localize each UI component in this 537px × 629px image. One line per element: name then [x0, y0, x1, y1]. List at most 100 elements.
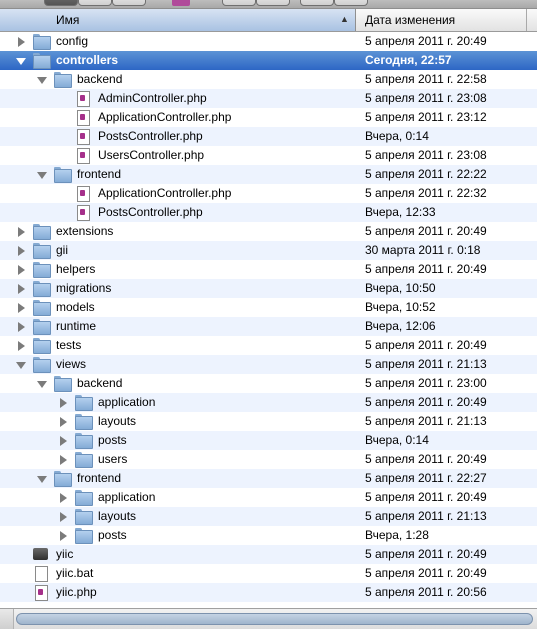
disclosure-expanded-icon[interactable]: [16, 55, 26, 66]
disclosure-collapsed-icon[interactable]: [16, 340, 26, 351]
file-name: UsersController.php: [98, 148, 205, 162]
file-row[interactable]: layouts 5 апреля 2011 г. 21:13: [0, 412, 537, 431]
file-row[interactable]: backend 5 апреля 2011 г. 22:58: [0, 70, 537, 89]
folder-icon: [75, 395, 93, 411]
disclosure-collapsed-icon[interactable]: [16, 302, 26, 313]
modified-date: 5 апреля 2011 г. 22:27: [365, 471, 487, 485]
horizontal-scrollbar[interactable]: [0, 608, 537, 629]
app-icon[interactable]: [172, 0, 190, 6]
modified-date: 5 апреля 2011 г. 23:08: [365, 91, 487, 105]
file-row[interactable]: PostsController.php Вчера, 12:33: [0, 203, 537, 222]
disclosure-collapsed-icon[interactable]: [58, 397, 68, 408]
php-file-icon: [75, 129, 91, 145]
disclosure-expanded-icon[interactable]: [37, 74, 47, 85]
file-row[interactable]: helpers 5 апреля 2011 г. 20:49: [0, 260, 537, 279]
folder-icon: [33, 224, 51, 240]
share-button[interactable]: [300, 0, 334, 6]
folder-icon: [54, 167, 72, 183]
disclosure-collapsed-icon[interactable]: [58, 511, 68, 522]
file-row[interactable]: yiic 5 апреля 2011 г. 20:49: [0, 545, 537, 564]
file-row[interactable]: layouts 5 апреля 2011 г. 21:13: [0, 507, 537, 526]
disclosure-collapsed-icon[interactable]: [16, 264, 26, 275]
file-name: yiic: [56, 547, 74, 561]
date-column-header[interactable]: Дата изменения: [365, 13, 455, 27]
file-name: layouts: [98, 509, 137, 523]
file-row[interactable]: frontend 5 апреля 2011 г. 22:22: [0, 165, 537, 184]
file-row[interactable]: config 5 апреля 2011 г. 20:49: [0, 32, 537, 51]
modified-date: 5 апреля 2011 г. 22:32: [365, 186, 487, 200]
disclosure-collapsed-icon[interactable]: [16, 321, 26, 332]
file-row[interactable]: migrations Вчера, 10:50: [0, 279, 537, 298]
scrollbar-thumb[interactable]: [16, 613, 533, 625]
file-name: views: [56, 357, 87, 371]
php-file-icon: [75, 205, 91, 221]
file-row[interactable]: ApplicationController.php 5 апреля 2011 г…: [0, 108, 537, 127]
view-coverflow-button[interactable]: [112, 0, 146, 6]
disclosure-expanded-icon[interactable]: [37, 473, 47, 484]
file-row[interactable]: yiic.bat 5 апреля 2011 г. 20:49: [0, 564, 537, 583]
quick-look-button[interactable]: [222, 0, 256, 6]
file-row[interactable]: extensions 5 апреля 2011 г. 20:49: [0, 222, 537, 241]
disclosure-expanded-icon[interactable]: [37, 169, 47, 180]
folder-icon: [33, 53, 51, 69]
file-row[interactable]: posts Вчера, 1:28: [0, 526, 537, 545]
file-row[interactable]: gii 30 марта 2011 г. 0:18: [0, 241, 537, 260]
file-row[interactable]: users 5 апреля 2011 г. 20:49: [0, 450, 537, 469]
file-name: backend: [77, 72, 123, 86]
file-list[interactable]: config 5 апреля 2011 г. 20:49 controllers С…: [0, 32, 537, 608]
file-row[interactable]: controllers Сегодня, 22:57: [0, 51, 537, 70]
disclosure-collapsed-icon[interactable]: [58, 416, 68, 427]
folder-icon: [54, 471, 72, 487]
view-list-button[interactable]: [44, 0, 78, 6]
disclosure-collapsed-icon[interactable]: [58, 454, 68, 465]
file-name: PostsController.php: [98, 129, 203, 143]
toolbar-extra-button[interactable]: [334, 0, 368, 6]
file-row[interactable]: UsersController.php 5 апреля 2011 г. 23:0…: [0, 146, 537, 165]
disclosure-collapsed-icon[interactable]: [16, 283, 26, 294]
file-row[interactable]: ApplicationController.php 5 апреля 2011 г…: [0, 184, 537, 203]
scroll-left-button[interactable]: [0, 609, 14, 629]
file-row[interactable]: views 5 апреля 2011 г. 21:13: [0, 355, 537, 374]
folder-icon: [75, 490, 93, 506]
disclosure-collapsed-icon[interactable]: [16, 36, 26, 47]
disclosure-collapsed-icon[interactable]: [58, 530, 68, 541]
view-columns-button[interactable]: [78, 0, 112, 6]
modified-date: 5 апреля 2011 г. 23:00: [365, 376, 487, 390]
disclosure-collapsed-icon[interactable]: [16, 245, 26, 256]
file-row[interactable]: yiic.php 5 апреля 2011 г. 20:56: [0, 583, 537, 602]
modified-date: 5 апреля 2011 г. 22:22: [365, 167, 487, 181]
disclosure-expanded-icon[interactable]: [37, 378, 47, 389]
disclosure-collapsed-icon[interactable]: [58, 435, 68, 446]
action-button[interactable]: [256, 0, 290, 6]
file-name: yiic.php: [56, 585, 97, 599]
file-name: layouts: [98, 414, 137, 428]
php-file-icon: [75, 91, 91, 107]
file-name: migrations: [56, 281, 112, 295]
folder-icon: [75, 528, 93, 544]
folder-icon: [33, 319, 51, 335]
modified-date: 5 апреля 2011 г. 20:49: [365, 395, 487, 409]
file-row[interactable]: frontend 5 апреля 2011 г. 22:27: [0, 469, 537, 488]
file-row[interactable]: application 5 апреля 2011 г. 20:49: [0, 488, 537, 507]
disclosure-collapsed-icon[interactable]: [16, 226, 26, 237]
disclosure-expanded-icon[interactable]: [16, 359, 26, 370]
file-name: frontend: [77, 471, 122, 485]
modified-date: 5 апреля 2011 г. 21:13: [365, 509, 487, 523]
column-divider[interactable]: [526, 9, 527, 31]
sort-ascending-icon: ▲: [340, 14, 349, 24]
modified-date: Вчера, 1:28: [365, 528, 429, 542]
file-row[interactable]: application 5 апреля 2011 г. 20:49: [0, 393, 537, 412]
name-column-header[interactable]: Имя ▲: [0, 9, 356, 31]
file-row[interactable]: AdminController.php 5 апреля 2011 г. 23:0…: [0, 89, 537, 108]
file-row[interactable]: runtime Вчера, 12:06: [0, 317, 537, 336]
disclosure-collapsed-icon[interactable]: [58, 492, 68, 503]
toolbar: [0, 0, 537, 8]
file-row[interactable]: backend 5 апреля 2011 г. 23:00: [0, 374, 537, 393]
php-file-icon: [75, 148, 91, 164]
file-row[interactable]: PostsController.php Вчера, 0:14: [0, 127, 537, 146]
file-row[interactable]: posts Вчера, 0:14: [0, 431, 537, 450]
file-row[interactable]: models Вчера, 10:52: [0, 298, 537, 317]
modified-date: 5 апреля 2011 г. 20:49: [365, 547, 487, 561]
modified-date: 5 апреля 2011 г. 20:49: [365, 566, 487, 580]
file-row[interactable]: tests 5 апреля 2011 г. 20:49: [0, 336, 537, 355]
